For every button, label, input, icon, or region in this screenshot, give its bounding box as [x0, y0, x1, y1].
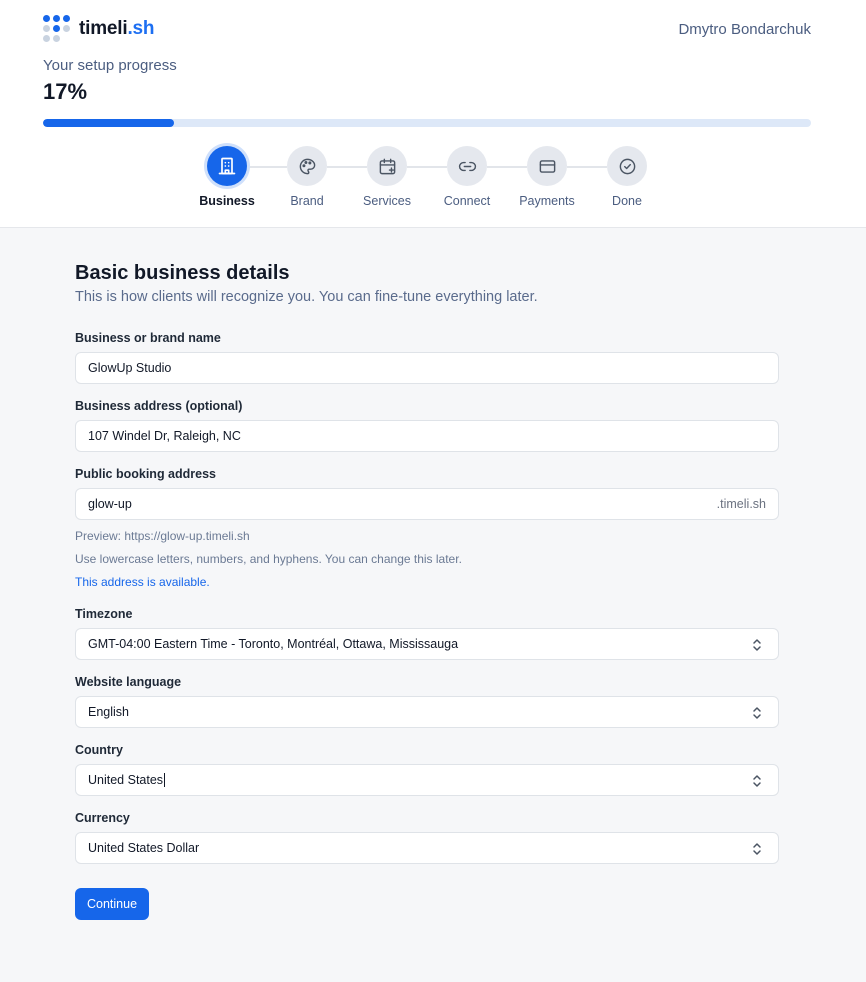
- booking-address-status: This address is available.: [75, 575, 210, 589]
- chevron-up-down-icon: [753, 775, 761, 787]
- business-address-label: Business address (optional): [75, 399, 243, 413]
- progress-bar-fill: [43, 119, 174, 127]
- step-brand[interactable]: Brand: [262, 146, 352, 208]
- building-icon: [207, 146, 247, 186]
- brand-name-accent: .sh: [127, 17, 155, 39]
- language-select[interactable]: English: [75, 696, 779, 728]
- calendar-plus-icon: [367, 146, 407, 186]
- timezone-select[interactable]: GMT-04:00 Eastern Time - Toronto, Montré…: [75, 628, 779, 660]
- step-done[interactable]: Done: [582, 146, 672, 208]
- booking-address-suffix: .timeli.sh: [716, 497, 766, 511]
- form-title: Basic business details: [75, 262, 290, 284]
- timezone-value: GMT-04:00 Eastern Time - Toronto, Montré…: [88, 637, 459, 651]
- form-subtitle: This is how clients will recognize you. …: [75, 289, 538, 305]
- step-label: Done: [612, 194, 642, 208]
- booking-address-value: glow-up: [88, 497, 132, 511]
- language-label: Website language: [75, 675, 182, 689]
- currency-select[interactable]: United States Dollar: [75, 832, 779, 864]
- business-address-value: 107 Windel Dr, Raleigh, NC: [88, 429, 241, 443]
- step-business[interactable]: Business: [182, 146, 272, 208]
- chevron-up-down-icon: [753, 707, 761, 719]
- step-label: Services: [363, 194, 411, 208]
- currency-value: United States Dollar: [88, 841, 200, 855]
- continue-button[interactable]: Continue: [75, 888, 150, 920]
- country-value: United States: [88, 773, 164, 787]
- progress-bar: [43, 119, 811, 127]
- business-address-input[interactable]: 107 Windel Dr, Raleigh, NC: [75, 420, 779, 452]
- palette-icon: [287, 146, 327, 186]
- currency-label: Currency: [75, 811, 130, 825]
- booking-address-label: Public booking address: [75, 467, 216, 481]
- booking-address-preview: Preview: https://glow-up.timeli.sh: [75, 529, 250, 543]
- check-circle-icon: [607, 146, 647, 186]
- booking-address-hint: Use lowercase letters, numbers, and hyph…: [75, 552, 462, 566]
- step-label: Business: [199, 194, 255, 208]
- user-name[interactable]: Dmytro Bondarchuk: [678, 21, 811, 38]
- credit-card-icon: [527, 146, 567, 186]
- step-payments[interactable]: Payments: [502, 146, 592, 208]
- step-connect[interactable]: Connect: [422, 146, 512, 208]
- timezone-label: Timezone: [75, 607, 133, 621]
- setup-stepper: Business Brand Services Connect Payments: [0, 146, 866, 216]
- step-label: Brand: [290, 194, 324, 208]
- country-label: Country: [75, 743, 123, 757]
- progress-label: Your setup progress: [43, 57, 177, 74]
- business-name-label: Business or brand name: [75, 331, 221, 345]
- setup-header: timeli.sh Dmytro Bondarchuk Your setup p…: [0, 0, 866, 228]
- business-details-form: Basic business details This is how clien…: [75, 262, 779, 920]
- chevron-up-down-icon: [753, 843, 761, 855]
- link-icon: [447, 146, 487, 186]
- brand-logo[interactable]: timeli.sh: [43, 15, 154, 42]
- brand-name-main: timeli: [79, 17, 128, 39]
- booking-address-input[interactable]: glow-up .timeli.sh: [75, 488, 779, 520]
- country-select[interactable]: United States: [75, 764, 779, 796]
- business-name-value: GlowUp Studio: [88, 361, 172, 375]
- logo-dots-icon: [43, 15, 72, 42]
- brand-name: timeli.sh: [79, 18, 154, 40]
- language-value: English: [88, 705, 129, 719]
- business-name-input[interactable]: GlowUp Studio: [75, 352, 779, 384]
- step-label: Payments: [519, 194, 575, 208]
- step-label: Connect: [443, 194, 491, 208]
- progress-value: 17%: [43, 79, 88, 104]
- chevron-up-down-icon: [753, 639, 761, 651]
- step-services[interactable]: Services: [342, 146, 432, 208]
- text-cursor: [164, 773, 166, 787]
